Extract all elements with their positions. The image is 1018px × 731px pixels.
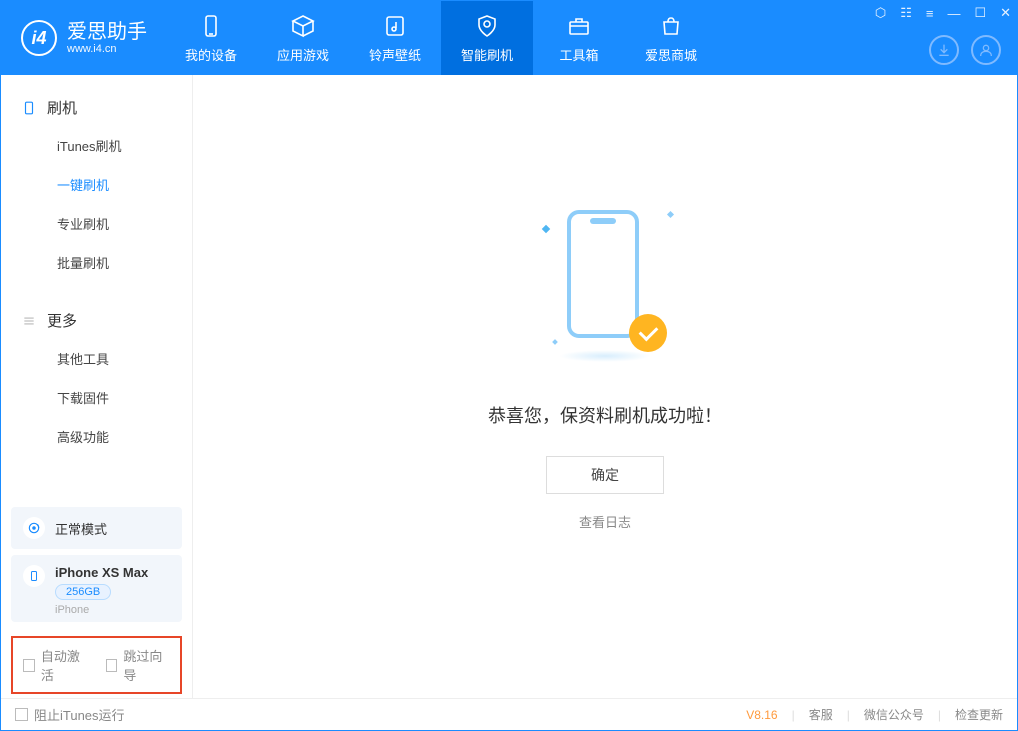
sidebar-nav: 刷机 iTunes刷机 一键刷机 专业刷机 批量刷机 更多 其他工具 下载固件 … <box>1 75 192 507</box>
checkbox-icon <box>15 708 28 721</box>
check-update-link[interactable]: 检查更新 <box>955 706 1003 723</box>
device-type: iPhone <box>55 604 148 616</box>
main-content: 恭喜您，保资料刷机成功啦！ 确定 查看日志 <box>193 75 1017 698</box>
device-icon <box>23 565 45 587</box>
phone-icon <box>21 100 37 116</box>
music-icon <box>382 13 408 39</box>
sidebar-group-more: 更多 <box>1 302 192 339</box>
header-right-buttons <box>929 35 1001 65</box>
window-controls: ⬡ ☷ ≡ — ☐ ✕ <box>875 5 1011 21</box>
status-bar: 阻止iTunes运行 V8.16 | 客服 | 微信公众号 | 检查更新 <box>1 698 1017 730</box>
brand-name: 爱思助手 <box>67 21 147 43</box>
brand-url: www.i4.cn <box>67 43 147 55</box>
tab-label: 工具箱 <box>559 45 598 64</box>
brand-text: 爱思助手 www.i4.cn <box>67 21 147 55</box>
tab-toolbox[interactable]: 工具箱 <box>533 1 625 75</box>
app-window: i4 爱思助手 www.i4.cn 我的设备 应用游戏 铃声壁纸 智能刷机 <box>0 0 1018 731</box>
sidebar-group-title: 刷机 <box>47 97 77 118</box>
sidebar-item-pro-flash[interactable]: 专业刷机 <box>1 204 192 243</box>
app-body: 刷机 iTunes刷机 一键刷机 专业刷机 批量刷机 更多 其他工具 下载固件 … <box>1 75 1017 698</box>
device-mode-box[interactable]: 正常模式 <box>11 507 182 549</box>
maximize-button[interactable]: ☐ <box>974 5 986 21</box>
shield-icon <box>474 13 500 39</box>
tab-my-device[interactable]: 我的设备 <box>165 1 257 75</box>
sidebar-item-itunes-flash[interactable]: iTunes刷机 <box>1 126 192 165</box>
brand-logo-icon: i4 <box>21 20 57 56</box>
device-capacity: 256GB <box>55 584 111 600</box>
sidebar: 刷机 iTunes刷机 一键刷机 专业刷机 批量刷机 更多 其他工具 下载固件 … <box>1 75 193 698</box>
success-illustration <box>535 202 675 372</box>
checkbox-skip-guide[interactable]: 跳过向导 <box>106 646 171 684</box>
download-button[interactable] <box>929 35 959 65</box>
feedback-icon[interactable]: ☷ <box>900 5 912 21</box>
device-info: iPhone XS Max 256GB iPhone <box>55 565 148 616</box>
separator: | <box>792 708 795 722</box>
tab-smart-flash[interactable]: 智能刷机 <box>441 1 533 75</box>
checkbox-icon <box>106 659 118 672</box>
tab-shop[interactable]: 爱思商城 <box>625 1 717 75</box>
checkbox-block-itunes[interactable]: 阻止iTunes运行 <box>15 705 125 724</box>
tab-label: 我的设备 <box>185 45 237 64</box>
checkbox-label: 自动激活 <box>41 646 88 684</box>
view-log-link[interactable]: 查看日志 <box>579 512 631 531</box>
tab-label: 智能刷机 <box>461 45 513 64</box>
menu-icon[interactable]: ≡ <box>926 6 934 21</box>
sparkle-icon <box>542 225 550 233</box>
wechat-link[interactable]: 微信公众号 <box>864 706 924 723</box>
success-message: 恭喜您，保资料刷机成功啦！ <box>488 402 722 428</box>
notch-icon <box>590 218 616 224</box>
checkbox-auto-activate[interactable]: 自动激活 <box>23 646 88 684</box>
tab-apps-games[interactable]: 应用游戏 <box>257 1 349 75</box>
device-icon <box>198 13 224 39</box>
tab-label: 应用游戏 <box>277 45 329 64</box>
device-name: iPhone XS Max <box>55 565 148 580</box>
separator: | <box>938 708 941 722</box>
sidebar-group-flash: 刷机 <box>1 89 192 126</box>
checkbox-icon <box>23 659 35 672</box>
sidebar-item-batch-flash[interactable]: 批量刷机 <box>1 243 192 282</box>
shop-icon <box>658 13 684 39</box>
sidebar-item-onekey-flash[interactable]: 一键刷机 <box>1 165 192 204</box>
ok-button[interactable]: 确定 <box>546 456 664 494</box>
tab-label: 铃声壁纸 <box>369 45 421 64</box>
sidebar-item-other-tools[interactable]: 其他工具 <box>1 339 192 378</box>
tab-label: 爱思商城 <box>645 45 697 64</box>
tab-ringtone-wallpaper[interactable]: 铃声壁纸 <box>349 1 441 75</box>
title-bar: i4 爱思助手 www.i4.cn 我的设备 应用游戏 铃声壁纸 智能刷机 <box>1 1 1017 75</box>
checkbox-label: 跳过向导 <box>123 646 170 684</box>
toolbox-icon <box>566 13 592 39</box>
sparkle-icon <box>667 211 674 218</box>
sidebar-item-advanced[interactable]: 高级功能 <box>1 417 192 456</box>
phone-icon <box>567 210 639 338</box>
check-icon <box>629 314 667 352</box>
sparkle-icon <box>552 339 558 345</box>
sidebar-group-title: 更多 <box>47 310 77 331</box>
checkbox-label: 阻止iTunes运行 <box>34 705 125 724</box>
minimize-button[interactable]: — <box>947 6 960 21</box>
user-button[interactable] <box>971 35 1001 65</box>
flash-options-box: 自动激活 跳过向导 <box>11 636 182 694</box>
close-button[interactable]: ✕ <box>1000 5 1011 21</box>
version-label: V8.16 <box>746 708 777 722</box>
device-mode-label: 正常模式 <box>55 519 107 538</box>
mode-icon <box>23 517 45 539</box>
separator: | <box>847 708 850 722</box>
customer-service-link[interactable]: 客服 <box>809 706 833 723</box>
top-nav: 我的设备 应用游戏 铃声壁纸 智能刷机 工具箱 爱思商城 <box>165 1 717 75</box>
shadow <box>559 350 651 362</box>
menu-icon <box>21 313 37 329</box>
skin-icon[interactable]: ⬡ <box>875 5 886 21</box>
device-info-box[interactable]: iPhone XS Max 256GB iPhone <box>11 555 182 622</box>
cube-icon <box>290 13 316 39</box>
sidebar-item-download-firmware[interactable]: 下载固件 <box>1 378 192 417</box>
brand: i4 爱思助手 www.i4.cn <box>1 1 165 75</box>
